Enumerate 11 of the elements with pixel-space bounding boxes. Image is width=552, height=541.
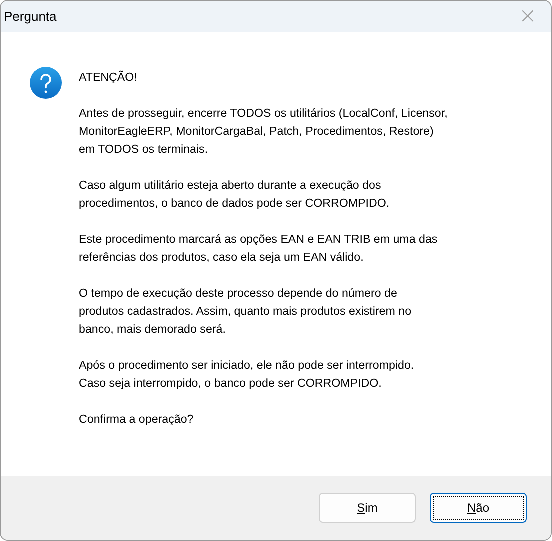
message-paragraph: Caso algum utilitário esteja aberto durante a execução dos procedimentos, o banco de dados pode ser CORROMPIDO.	[79, 178, 391, 212]
message-paragraph: Este procedimento marcará as opções EAN e EAN TRIB em uma das referências dos produtos, caso ela seja um EAN válido.	[79, 232, 439, 266]
dialog-button[interactable]: Sim	[319, 493, 416, 523]
dialog-button[interactable]: Não	[430, 493, 527, 523]
message-paragraph: O tempo de execução deste processo depende do número de produtos cadastrados. Assim, quanto mais produtos existirem no banco, mais demorado será.	[79, 286, 413, 338]
question-icon	[30, 67, 62, 99]
message-paragraph: Após o procedimento ser iniciado, ele não pode ser interrompido. Caso seja interrompido, o banco pode ser CORROMPIDO.	[79, 358, 416, 392]
message-heading: ATENÇÃO!	[79, 70, 138, 86]
message-paragraph: Antes de prosseguir, encerre TODOS os utilitários (LocalConf, Licensor, MonitorEagleERP, MonitorCargaBal, Patch, Procedimentos, Restore) em TODOS os terminais.	[79, 106, 448, 158]
message-paragraph: Confirma a operação?	[79, 412, 195, 428]
window-title: Pergunta	[4, 9, 57, 24]
